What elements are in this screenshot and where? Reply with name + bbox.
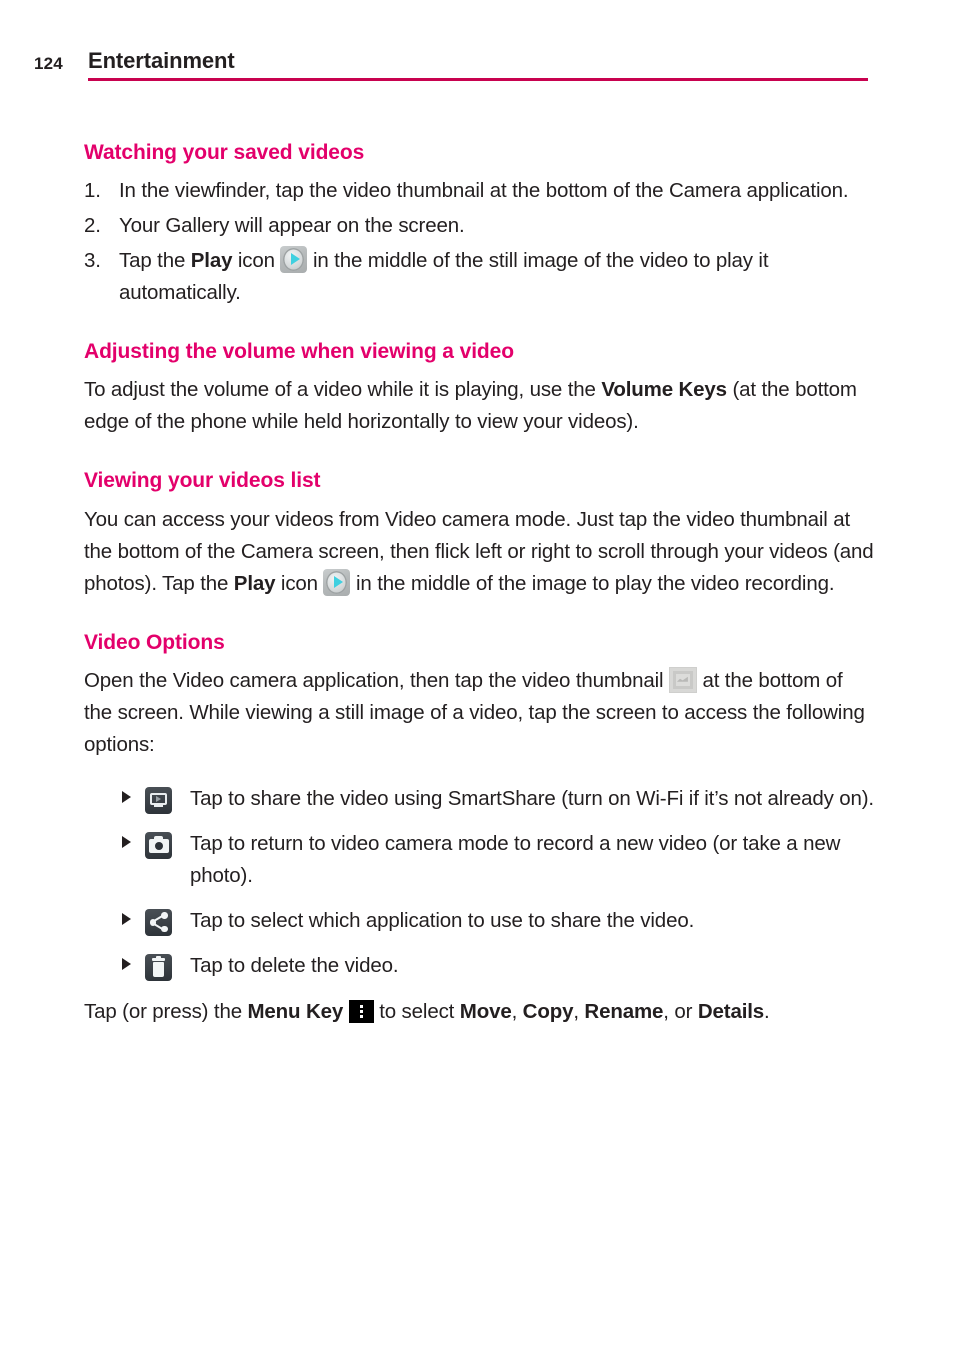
header-rule <box>88 78 868 81</box>
step-number: 2. <box>84 214 101 238</box>
viewing-text-mid: icon <box>275 571 324 595</box>
arrow-bullet-icon <box>122 957 131 970</box>
page-header: 124 Entertainment <box>0 48 954 82</box>
video-thumbnail-icon <box>668 666 697 693</box>
list-item: 1. In the viewfinder, tap the video thumb… <box>84 175 874 207</box>
option-text: Tap to return to video camera mode to re… <box>190 831 841 887</box>
menu-key-icon <box>348 999 374 1023</box>
footer-bold-details: Details <box>697 999 765 1023</box>
list-item: Tap to select which application to use t… <box>122 905 874 937</box>
section-video-options: Video Options Open the Video camera appl… <box>84 630 874 1028</box>
footer-bold-move: Move <box>459 999 512 1023</box>
volume-paragraph: To adjust the volume of a video while it… <box>84 374 874 438</box>
video-options-list: Tap to share the video using SmartShare … <box>84 783 874 982</box>
footer-text-6: . <box>764 999 770 1023</box>
option-text: Tap to delete the video. <box>190 953 399 977</box>
section-heading-volume: Adjusting the volume when viewing a vide… <box>84 340 514 364</box>
step-number: 1. <box>84 179 101 203</box>
footer-text-2: to select <box>373 999 460 1023</box>
play-icon <box>323 568 351 596</box>
step-number: 3. <box>84 249 101 273</box>
section-viewing-videos-list: Viewing your videos list You can access … <box>84 468 874 599</box>
step-text: In the viewfinder, tap the video thumbna… <box>119 179 849 203</box>
volume-text-before: To adjust the volume of a video while it… <box>84 378 602 402</box>
section-heading-video-options: Video Options <box>84 630 225 654</box>
list-item: Tap to return to video camera mode to re… <box>122 828 874 892</box>
play-icon <box>280 246 308 274</box>
step-text-before: Tap the <box>119 249 191 273</box>
camera-icon <box>145 831 172 859</box>
list-item: Tap to share the video using SmartShare … <box>122 783 874 815</box>
page-content: Watching your saved videos 1. In the view… <box>84 140 874 1058</box>
arrow-bullet-icon <box>122 912 131 925</box>
page-number: 124 <box>34 54 63 73</box>
viewing-text-after: in the middle of the image to play the v… <box>350 571 835 595</box>
trash-icon <box>145 953 172 981</box>
arrow-bullet-icon <box>122 835 131 848</box>
footer-text-3: , <box>511 999 523 1023</box>
footer-bold-rename: Rename <box>584 999 664 1023</box>
list-item: Tap to delete the video. <box>122 950 874 982</box>
section-adjusting-volume: Adjusting the volume when viewing a vide… <box>84 339 874 438</box>
list-item: 3. Tap the Play icon in the middle of the… <box>84 245 874 309</box>
footer-bold-menu-key: Menu Key <box>247 999 344 1023</box>
video-options-footer: Tap (or press) the Menu Key to select Mo… <box>84 996 874 1028</box>
section-heading-watching: Watching your saved videos <box>84 141 365 164</box>
footer-bold-copy: Copy <box>522 999 574 1023</box>
chapter-title: Entertainment <box>88 48 235 73</box>
video-options-intro: Open the Video camera application, then … <box>84 665 874 761</box>
step-text-mid: icon <box>232 249 281 273</box>
intro-text-before: Open the Video camera application, then … <box>84 668 669 692</box>
share-icon <box>145 908 172 936</box>
footer-text-5: , or <box>663 999 698 1023</box>
step-bold-play: Play <box>190 249 233 273</box>
step-text: Your Gallery will appear on the screen. <box>119 214 465 238</box>
section-watching-saved-videos: Watching your saved videos 1. In the view… <box>84 140 874 309</box>
volume-bold-keys: Volume Keys <box>601 378 727 402</box>
section-heading-viewing-list: Viewing your videos list <box>84 469 321 493</box>
arrow-bullet-icon <box>122 790 131 803</box>
watching-steps-list: 1. In the viewfinder, tap the video thumb… <box>84 175 874 309</box>
smartshare-icon <box>145 786 172 814</box>
footer-text-1: Tap (or press) the <box>84 999 248 1023</box>
option-text: Tap to select which application to use t… <box>190 908 695 932</box>
option-text: Tap to share the video using SmartShare … <box>190 786 874 810</box>
list-item: 2. Your Gallery will appear on the screen… <box>84 210 874 242</box>
footer-text-4: , <box>573 999 585 1023</box>
viewing-list-paragraph: You can access your videos from Video ca… <box>84 504 874 600</box>
viewing-bold-play: Play <box>233 571 276 595</box>
